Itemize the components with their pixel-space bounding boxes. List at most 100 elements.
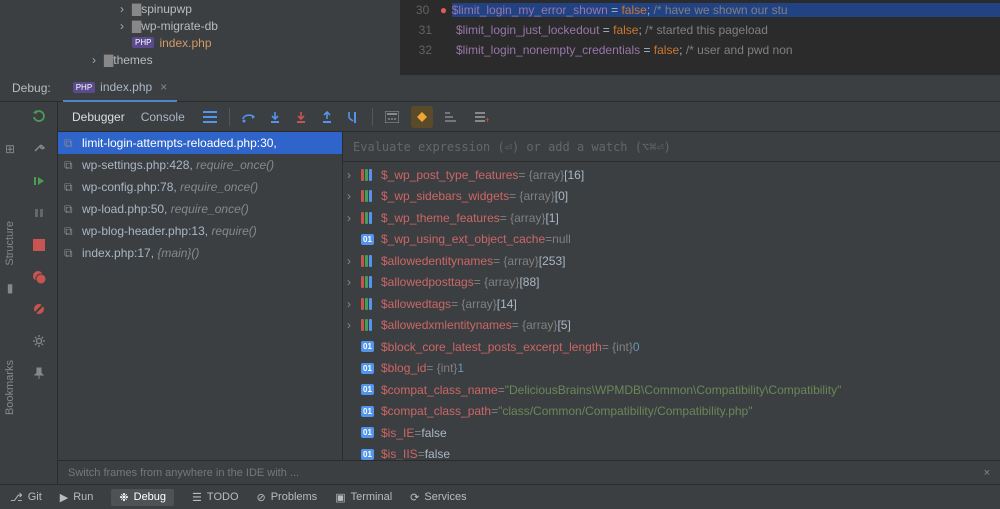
variable-row[interactable]: ›$allowedentitynames = {array} [253] <box>343 250 1000 272</box>
trace-button[interactable] <box>411 106 433 128</box>
gutter: 30 <box>400 3 435 17</box>
chevron-icon[interactable]: › <box>347 275 361 289</box>
settings-wrench-icon[interactable] <box>28 138 50 160</box>
variable-row[interactable]: ›$_wp_theme_features = {array} [1] <box>343 207 1000 229</box>
frame-row[interactable]: ⧉wp-config.php:78, require_once() <box>58 176 342 198</box>
debug-tab-index[interactable]: PHP index.php × <box>63 75 178 102</box>
close-icon[interactable]: × <box>984 467 990 479</box>
evaluate-button[interactable] <box>381 106 403 128</box>
variable-row[interactable]: ›$_wp_sidebars_widgets = {array} [0] <box>343 186 1000 208</box>
array-icon <box>361 276 381 288</box>
sort-button[interactable] <box>441 106 463 128</box>
chevron-icon[interactable]: › <box>347 211 361 225</box>
stop-button[interactable] <box>28 234 50 256</box>
frame-row[interactable]: ⧉wp-load.php:50, require_once() <box>58 198 342 220</box>
editor-line[interactable]: 30●$limit_login_my_error_shown = false; … <box>400 0 1000 20</box>
breakpoint-icon[interactable]: ● <box>435 3 451 17</box>
resume-button[interactable] <box>28 170 50 192</box>
run-to-cursor-button[interactable] <box>342 106 364 128</box>
filter-button[interactable]: + <box>471 106 493 128</box>
var-type: = {array} <box>474 275 520 289</box>
bottom-run[interactable]: ▶Run <box>60 491 94 504</box>
breakpoints-button[interactable] <box>28 266 50 288</box>
var-type: = <box>545 232 552 246</box>
rerun-button[interactable] <box>28 106 50 128</box>
mute-breakpoints-button[interactable] <box>28 298 50 320</box>
frame-icon: ⧉ <box>64 246 82 261</box>
folder-icon: ▇ <box>132 2 141 16</box>
step-into-button[interactable] <box>264 106 286 128</box>
bookmarks-tool[interactable]: Bookmarks <box>4 360 16 415</box>
var-name: $block_core_latest_posts_excerpt_length <box>381 340 602 354</box>
structure-icon[interactable]: ⊞ <box>5 142 15 156</box>
tab-console[interactable]: Console <box>135 110 191 124</box>
frames-panel[interactable]: ⧉limit-login-attempts-reloaded.php:30,⧉w… <box>58 132 343 460</box>
frame-row[interactable]: ⧉wp-settings.php:428, require_once() <box>58 154 342 176</box>
tree-item[interactable]: ›▇ spinupwp <box>10 0 390 17</box>
folder-icon: ▇ <box>104 53 113 67</box>
prob-icon: ⊘ <box>257 491 266 504</box>
chevron-icon[interactable]: › <box>347 318 361 332</box>
tree-item[interactable]: PHPindex.php <box>10 34 390 51</box>
var-type: = <box>418 447 425 460</box>
variable-row[interactable]: 01$block_core_latest_posts_excerpt_lengt… <box>343 336 1000 358</box>
frame-row[interactable]: ⧉limit-login-attempts-reloaded.php:30, <box>58 132 342 154</box>
variable-row[interactable]: 01$is_IE = false <box>343 422 1000 444</box>
scalar-icon: 01 <box>361 341 381 352</box>
var-name: $allowedposttags <box>381 275 474 289</box>
gutter: 31 <box>400 23 438 37</box>
tree-item[interactable]: ›▇ wp-migrate-db <box>10 17 390 34</box>
left-tool-strip: ⊞ Structure ▮ Bookmarks <box>0 102 20 484</box>
close-icon[interactable]: × <box>160 80 167 94</box>
serv-icon: ⟳ <box>410 491 419 504</box>
step-over-button[interactable] <box>238 106 260 128</box>
variable-row[interactable]: ›$allowedposttags = {array} [88] <box>343 272 1000 294</box>
debug-tabs: Debug: PHP index.php × <box>0 75 1000 102</box>
bottom-term[interactable]: ▣Terminal <box>335 491 392 504</box>
bottom-debug[interactable]: ❉Debug <box>111 489 174 506</box>
chevron-icon[interactable]: › <box>347 168 361 182</box>
var-name: $blog_id <box>381 361 426 375</box>
bottom-git[interactable]: ⎇Git <box>10 491 42 504</box>
force-step-into-button[interactable] <box>290 106 312 128</box>
settings-button[interactable] <box>28 330 50 352</box>
project-tree[interactable]: ›▇ spinupwp›▇ wp-migrate-dbPHPindex.php›… <box>0 0 400 75</box>
threads-icon[interactable] <box>199 106 221 128</box>
chevron-icon[interactable]: › <box>347 189 361 203</box>
variable-row[interactable]: 01$compat_class_path = "class/Common/Com… <box>343 401 1000 423</box>
variable-row[interactable]: 01$blog_id = {int} 1 <box>343 358 1000 380</box>
pause-button[interactable] <box>28 202 50 224</box>
variable-row[interactable]: ›$_wp_post_type_features = {array} [16] <box>343 164 1000 186</box>
chevron-icon[interactable]: › <box>347 297 361 311</box>
var-type: = {int} <box>602 340 633 354</box>
term-icon: ▣ <box>335 491 345 504</box>
variable-row[interactable]: 01$is_IIS = false <box>343 444 1000 461</box>
tab-debugger[interactable]: Debugger <box>66 110 131 124</box>
var-type: = <box>491 404 498 418</box>
bottom-serv[interactable]: ⟳Services <box>410 491 466 504</box>
structure-tool[interactable]: Structure <box>4 221 16 266</box>
var-name: $is_IE <box>381 426 414 440</box>
variable-row[interactable]: ›$allowedtags = {array} [14] <box>343 293 1000 315</box>
frame-row[interactable]: ⧉index.php:17, {main}() <box>58 242 342 264</box>
bottom-todo[interactable]: ☰TODO <box>192 491 238 504</box>
step-out-button[interactable] <box>316 106 338 128</box>
variable-row[interactable]: 01$_wp_using_ext_object_cache = null <box>343 229 1000 251</box>
editor-line[interactable]: 32$limit_login_nonempty_credentials = fa… <box>400 40 1000 60</box>
watch-input[interactable]: Evaluate expression (⏎) or add a watch (… <box>343 132 1000 162</box>
chevron-icon: › <box>120 2 132 16</box>
variable-row[interactable]: 01$compat_class_name = "DeliciousBrains\… <box>343 379 1000 401</box>
editor-line[interactable]: 31$limit_login_just_lockedout = false; /… <box>400 20 1000 40</box>
var-type: = <box>498 383 505 397</box>
variable-row[interactable]: ›$allowedxmlentitynames = {array} [5] <box>343 315 1000 337</box>
var-name: $_wp_sidebars_widgets <box>381 189 509 203</box>
bottom-prob[interactable]: ⊘Problems <box>257 491 318 504</box>
frame-row[interactable]: ⧉wp-blog-header.php:13, require() <box>58 220 342 242</box>
chevron-icon[interactable]: › <box>347 254 361 268</box>
pin-button[interactable] <box>28 362 50 384</box>
bookmarks-icon[interactable]: ▮ <box>7 281 14 295</box>
var-value: "DeliciousBrains\WPMDB\Common\Compatibil… <box>505 383 842 397</box>
tree-item[interactable]: ›▇ themes <box>10 51 390 68</box>
variables-list[interactable]: ›$_wp_post_type_features = {array} [16]›… <box>343 162 1000 460</box>
code-editor[interactable]: 30●$limit_login_my_error_shown = false; … <box>400 0 1000 75</box>
